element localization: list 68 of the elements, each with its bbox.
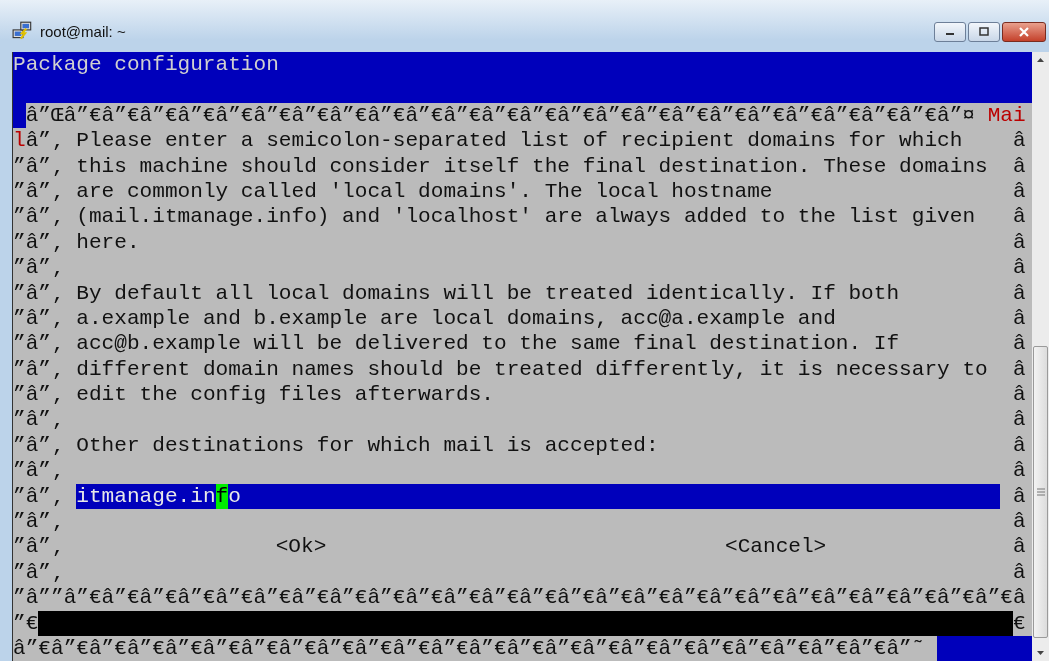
input-field[interactable]: itmanage.info [76, 483, 1001, 510]
border-text: â [1013, 178, 1026, 205]
border-text: ”â””â”€â”€â”€â”€â”€â”€â”€â”€â”€â”€â”€â”€â”€â”€â”€â”€â”€â”€â”€â”€â”€â”€â”€â”€â”€â [13, 585, 1026, 611]
border-text: â [1013, 432, 1026, 459]
message-text: a.example and b.example are local domains, acc@a.example and [76, 305, 836, 332]
border-text: ”â”‚ [13, 356, 64, 383]
message-text: Please enter a semicolon-separated list of recipient domains for which [76, 128, 963, 154]
border-text: â [1013, 255, 1026, 281]
border-text: ”â”‚ [13, 382, 64, 408]
border-text: ”â”‚ [13, 534, 64, 560]
border-text: â”Œâ”€â”€â”€â”€â”€â”€â”€â”€â”€â”€â”€â”€â”€â”€â”€â”€â”€â”€â”€â”€â”€â”€â”€â”¤ [25, 102, 976, 129]
border-text: ”â”‚ [13, 407, 64, 433]
border-text: â [1013, 356, 1026, 383]
border-text: ”â”‚ [13, 483, 64, 510]
close-button[interactable] [1002, 22, 1046, 42]
alert-text: Mai [987, 102, 1026, 129]
border-text: â [1013, 305, 1026, 332]
border-text: ”â”‚ [13, 204, 64, 230]
border-text: ”€ [13, 610, 39, 636]
grip-icon [1035, 488, 1046, 496]
border-text: â”‚ [25, 128, 64, 154]
border-text: â [1013, 534, 1026, 560]
dialog-heading: Package configuration [13, 52, 279, 76]
border-text: ”â”‚ [13, 458, 64, 484]
message-text: are commonly called 'local domains'. The local hostname [76, 178, 773, 205]
border-text: â [1013, 458, 1026, 484]
message-text: By default all local domains will be treated identically. If both [76, 280, 900, 306]
scroll-thumb[interactable] [1033, 346, 1048, 638]
border-text: â [1013, 407, 1026, 433]
scrollbar[interactable] [1032, 52, 1049, 661]
border-text: ”â”‚ [13, 178, 64, 205]
computers-icon [12, 20, 34, 42]
message-text: here. [76, 229, 140, 256]
message-text: (mail.itmanage.info) and 'localhost' are always added to the list given [76, 204, 976, 230]
dialog-button[interactable]: <Cancel> [725, 534, 827, 560]
border-text: â [1013, 559, 1026, 586]
border-text: â [1013, 229, 1026, 256]
message-text: different domain names should be treated differently, it is necessary to [76, 356, 988, 383]
border-text: ”â”‚ [13, 432, 64, 459]
border-text: â [1013, 204, 1026, 230]
border-text: ”â”‚ [13, 229, 64, 256]
border-text: â [1013, 128, 1026, 154]
message-text: Other destinations for which mail is accepted: [76, 432, 659, 459]
border-text: â”€â”€â”€â”€â”€â”€â”€â”€â”€â”€â”€â”€â”€â”€â”€â”€â”€â”€â”€â”€â”€â”€â”€â”˜ [13, 636, 925, 661]
maximize-button[interactable] [968, 22, 1000, 42]
border-text: â [1013, 483, 1026, 510]
border-text: ”â”‚ [13, 153, 64, 179]
border-text: ”â”‚ [13, 280, 64, 306]
border-text: ”â”‚ [13, 255, 64, 281]
border-text: â [1013, 382, 1026, 408]
border-text: ”â”‚ [13, 331, 64, 357]
border-text: ”â”‚ [13, 509, 64, 535]
message-text: this machine should consider itself the final destination. These domains [76, 153, 988, 179]
border-text: â [1013, 509, 1026, 535]
close-icon [1018, 27, 1030, 37]
border-text: â [1013, 280, 1026, 306]
border-text: € [1013, 610, 1026, 636]
border-text: â [1013, 331, 1026, 357]
border-text: â [1013, 153, 1026, 179]
maximize-icon [978, 27, 990, 37]
dialog-button[interactable]: <Ok> [275, 534, 327, 560]
border-text: ”â”‚ [13, 305, 64, 332]
border-text: ”â”‚ [13, 559, 64, 586]
alert-text: l [13, 128, 26, 154]
message-text: edit the config files afterwards. [76, 382, 495, 408]
minimize-button[interactable] [934, 22, 966, 42]
window-title: root@mail: ~ [40, 22, 126, 40]
message-text: acc@b.example will be delivered to the same final destination. If [76, 331, 900, 357]
